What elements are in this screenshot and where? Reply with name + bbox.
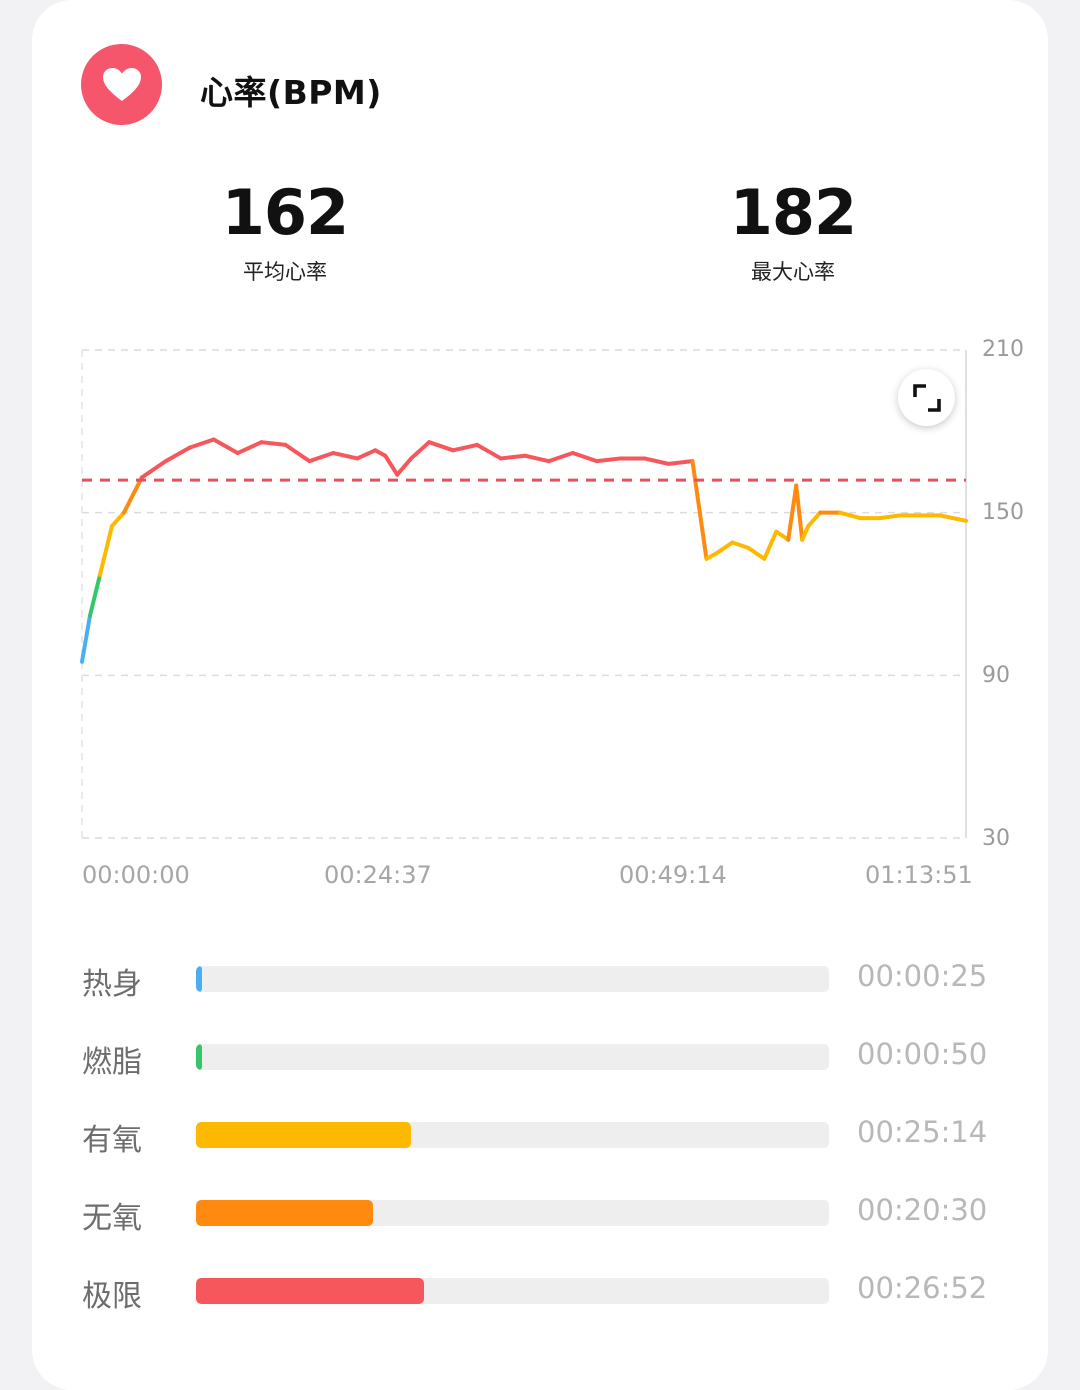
zone-row-aerobic: 有氧 00:25:14 xyxy=(0,1115,1080,1158)
x-tick-label: 00:24:37 xyxy=(324,861,432,889)
y-tick-label: 30 xyxy=(982,826,1010,851)
zone-name: 热身 xyxy=(82,967,142,1002)
series-segment xyxy=(475,442,503,461)
zone-bar-track xyxy=(196,1278,829,1304)
zone-bar-track xyxy=(196,1044,829,1070)
y-tick-label: 90 xyxy=(982,663,1010,688)
series-segment xyxy=(498,453,527,461)
series-segment xyxy=(570,451,599,464)
series-segment xyxy=(427,440,456,453)
zone-time: 00:00:25 xyxy=(857,959,988,993)
series-segment xyxy=(838,510,863,521)
series-segment xyxy=(594,456,623,464)
series-segment xyxy=(259,440,288,447)
heart-rate-chart xyxy=(80,349,968,839)
series-segment xyxy=(451,442,480,453)
x-tick-label: 00:00:00 xyxy=(82,861,190,889)
series-segment xyxy=(546,451,575,464)
zone-bar-fill xyxy=(196,1200,373,1226)
x-tick-label: 01:13:51 xyxy=(865,861,973,889)
series-segment xyxy=(878,513,902,521)
series-segment xyxy=(307,451,336,464)
series-segment xyxy=(97,524,114,578)
series-segment xyxy=(87,573,102,618)
series-segment xyxy=(762,529,779,561)
zone-time: 00:20:30 xyxy=(857,1193,988,1227)
zone-bar-fill xyxy=(196,966,202,992)
x-tick-label: 00:49:14 xyxy=(619,861,727,889)
zone-row-extreme: 极限 00:26:52 xyxy=(0,1271,1080,1314)
zone-name: 极限 xyxy=(82,1279,142,1314)
series-segment xyxy=(109,510,126,529)
zone-bar-fill xyxy=(196,1122,411,1148)
y-tick-label: 210 xyxy=(982,337,1024,362)
series-segment xyxy=(800,524,811,542)
series-segment xyxy=(714,540,735,556)
series-segment xyxy=(187,437,216,450)
expand-chart-button[interactable] xyxy=(898,369,955,426)
zone-name: 无氧 xyxy=(82,1201,142,1236)
zone-time: 00:25:14 xyxy=(857,1115,988,1149)
zone-bar-track xyxy=(196,1200,829,1226)
series-segment xyxy=(121,475,144,515)
zone-bar-fill xyxy=(196,1278,424,1304)
series-segment xyxy=(331,451,360,461)
series-segment xyxy=(522,453,551,464)
series-segment xyxy=(690,459,709,561)
y-tick-label: 150 xyxy=(982,500,1024,525)
zone-bar-track xyxy=(196,966,829,992)
series-segment xyxy=(80,613,92,664)
zone-bar-track xyxy=(196,1122,829,1148)
series-segment xyxy=(395,456,414,477)
series-segment xyxy=(139,459,168,480)
zone-time: 00:00:50 xyxy=(857,1037,988,1071)
series-segment xyxy=(211,437,240,456)
series-segment xyxy=(383,453,400,477)
series-segment xyxy=(746,545,767,561)
series-segment xyxy=(806,510,823,529)
zone-row-anaerobic: 无氧 00:20:30 xyxy=(0,1193,1080,1236)
series-segment xyxy=(409,440,432,461)
series-segment xyxy=(283,442,312,464)
zone-bar-fill xyxy=(196,1044,202,1070)
series-segment xyxy=(235,440,264,456)
zone-row-fatburn: 燃脂 00:00:50 xyxy=(0,1037,1080,1080)
series-segment xyxy=(355,448,378,461)
zone-name: 燃脂 xyxy=(82,1045,142,1080)
series-segment xyxy=(666,459,695,466)
zone-row-warmup: 热身 00:00:25 xyxy=(0,959,1080,1002)
series-segment xyxy=(642,456,671,466)
zone-name: 有氧 xyxy=(82,1123,142,1158)
series-segment xyxy=(163,445,192,464)
series-segment xyxy=(730,540,751,550)
series-segment xyxy=(937,513,968,523)
zone-time: 00:26:52 xyxy=(857,1271,988,1305)
expand-icon xyxy=(912,383,941,412)
